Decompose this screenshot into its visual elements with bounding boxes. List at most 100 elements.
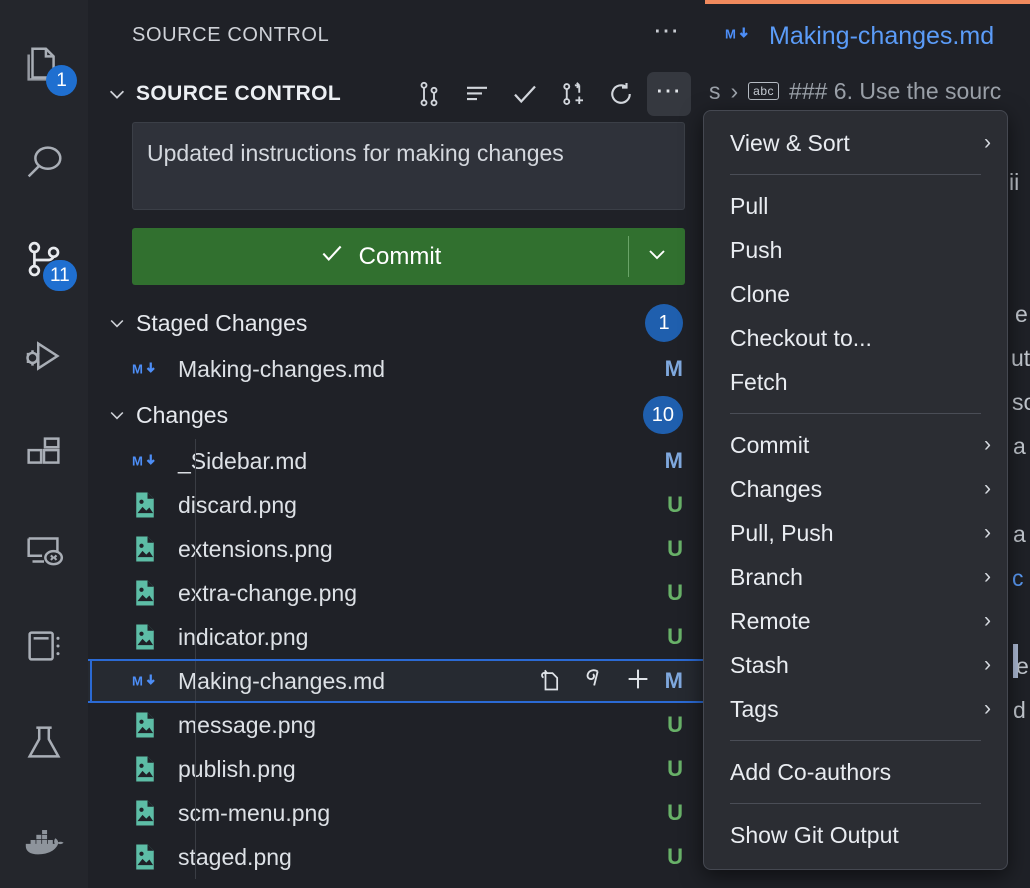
status-badge: U [667,536,683,561]
commit-button[interactable]: Commit [132,228,628,285]
menu-item-changes[interactable]: Changes › [704,467,1007,511]
chevron-down-icon[interactable] [102,313,132,333]
table-row[interactable]: publish.png U [88,747,705,791]
indent-guide [195,527,196,571]
activity-item-source-control[interactable]: 11 [0,211,88,308]
source-control-graph-icon[interactable] [407,72,451,116]
ellipsis-icon[interactable]: ⋯ [653,17,681,45]
menu-item-view-and-sort[interactable]: View & Sort › [704,121,1007,165]
status-badge: U [667,844,683,869]
table-row[interactable]: discard.png U [88,483,705,527]
menu-item-clone[interactable]: Clone [704,272,1007,316]
menu-separator [730,413,981,414]
menu-item-label: Add Co-authors [730,758,892,785]
status-badge: U [667,580,683,605]
search-icon [21,140,67,186]
extensions-icon [21,430,67,476]
notebook-icon [21,623,67,669]
status-badge: U [667,800,683,825]
chevron-down-icon[interactable] [102,83,132,105]
activity-item-testing[interactable] [0,695,88,792]
activity-item-search[interactable] [0,115,88,212]
table-row[interactable]: staged.png U [88,835,705,879]
chevron-down-icon[interactable] [102,405,132,425]
menu-item-label: Remote [730,607,811,634]
breadcrumb-separator: › [730,77,739,104]
menu-item-tags[interactable]: Tags › [704,687,1007,731]
source-control-sidebar: SOURCE CONTROL ⋯ SOURCE CONTROL ⋯ Update… [88,0,705,888]
markdown-icon: M [132,358,170,380]
refresh-icon[interactable] [599,72,643,116]
check-icon [319,240,345,273]
menu-item-checkout-to[interactable]: Checkout to... [704,316,1007,360]
table-row[interactable]: scm-menu.png U [88,791,705,835]
check-icon[interactable] [503,72,547,116]
menu-item-push[interactable]: Push [704,228,1007,272]
git-pull-request-icon[interactable] [551,72,595,116]
list-lines-icon[interactable] [455,72,499,116]
chevron-right-icon: › [984,609,991,632]
open-file-icon[interactable] [535,665,563,698]
commit-message-input[interactable]: Updated instructions for making changes [132,122,685,210]
group-staged-changes[interactable]: Staged Changes 1 [88,299,705,347]
table-row[interactable]: M Making-changes.md M [88,347,705,391]
menu-item-fetch[interactable]: Fetch [704,360,1007,404]
table-row[interactable]: extensions.png U [88,527,705,571]
menu-item-add-co-authors[interactable]: Add Co-authors [704,750,1007,794]
section-actions: ⋯ [407,72,697,116]
indent-guide [195,615,196,659]
commit-dropdown-button[interactable] [629,228,685,285]
table-row[interactable]: M _Sidebar.md M [88,439,705,483]
status-badge: U [667,712,683,737]
activity-item-explorer[interactable]: 1 [0,18,88,115]
image-icon [132,534,170,564]
menu-item-remote[interactable]: Remote › [704,599,1007,643]
plus-icon[interactable] [623,664,653,699]
menu-item-pull-push[interactable]: Pull, Push › [704,511,1007,555]
file-name: indicator.png [178,623,309,650]
chevron-right-icon: › [984,131,991,154]
activity-item-notebook[interactable] [0,598,88,695]
sidebar-title-bar: SOURCE CONTROL ⋯ [88,0,705,70]
activity-item-run-and-debug[interactable] [0,308,88,405]
breadcrumb[interactable]: s › abc ### 6. Use the sourc [705,68,1030,114]
menu-separator [730,803,981,804]
svg-text:M: M [132,454,143,469]
menu-item-pull[interactable]: Pull [704,184,1007,228]
section-header-label: SOURCE CONTROL [136,82,342,105]
chevron-right-icon: › [984,653,991,676]
source-control-badge: 11 [43,260,77,292]
menu-item-label: Fetch [730,368,788,395]
menu-item-branch[interactable]: Branch › [704,555,1007,599]
commit-button-label: Commit [358,242,442,270]
activity-item-extensions[interactable] [0,405,88,502]
chevron-down-icon [645,242,669,271]
menu-item-commit[interactable]: Commit › [704,423,1007,467]
menu-separator [730,740,981,741]
image-icon [132,578,170,608]
menu-item-show-git-output[interactable]: Show Git Output [704,813,1007,857]
file-name: _Sidebar.md [178,447,308,474]
discard-icon[interactable] [579,665,607,698]
menu-item-label: Pull [730,192,769,219]
chevron-right-icon: › [984,433,991,456]
group-count-badge: 1 [645,304,683,342]
svg-text:M: M [725,26,736,41]
activity-item-remote-explorer[interactable] [0,501,88,598]
table-row[interactable]: extra-change.png U [88,571,705,615]
more-actions-ellipsis-icon[interactable]: ⋯ [647,72,691,116]
editor-tab-making-changes[interactable]: M Making-changes.md [705,4,1030,68]
file-name: Making-changes.md [178,667,386,694]
indent-guide [195,791,196,835]
group-changes[interactable]: Changes 10 [88,391,705,439]
remote-explorer-icon [21,527,67,573]
table-row[interactable]: message.png U [88,703,705,747]
table-row[interactable]: M Making-changes.md M [88,659,705,703]
menu-item-stash[interactable]: Stash › [704,643,1007,687]
activity-item-docker[interactable] [0,791,88,888]
source-control-section-header[interactable]: SOURCE CONTROL ⋯ [88,70,705,118]
breadcrumb-prefix: s [709,77,721,104]
table-row[interactable]: indicator.png U [88,615,705,659]
menu-item-label: Branch [730,563,803,590]
menu-item-label: Tags [730,695,779,722]
